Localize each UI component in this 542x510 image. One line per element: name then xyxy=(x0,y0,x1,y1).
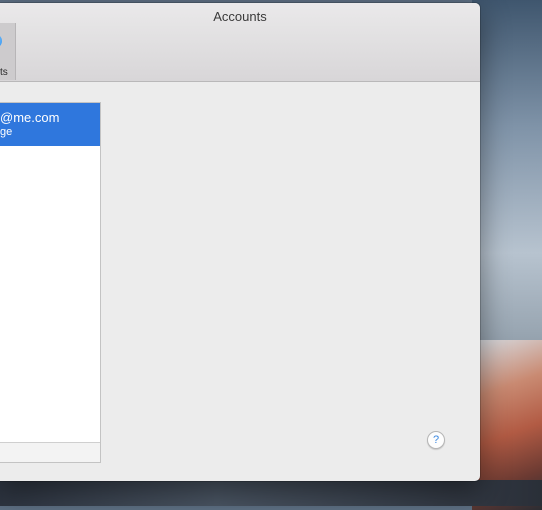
window-titlebar: Accounts ts xyxy=(0,3,480,82)
accounts-list[interactable]: @me.com ge xyxy=(0,102,101,463)
accounts-icon xyxy=(0,34,2,48)
toolbar-item-accounts[interactable]: ts xyxy=(0,23,16,80)
list-item[interactable]: @me.com ge xyxy=(0,103,100,146)
account-email: @me.com xyxy=(0,110,60,125)
window-title: Accounts xyxy=(213,9,267,24)
list-footer-bar xyxy=(0,442,100,462)
accounts-window: Accounts ts @me.com ge ? xyxy=(0,3,480,481)
desktop-wallpaper-foreground xyxy=(0,480,542,506)
help-button[interactable]: ? xyxy=(427,431,445,449)
account-description: ge xyxy=(0,126,13,138)
toolbar-item-label: ts xyxy=(0,67,8,78)
